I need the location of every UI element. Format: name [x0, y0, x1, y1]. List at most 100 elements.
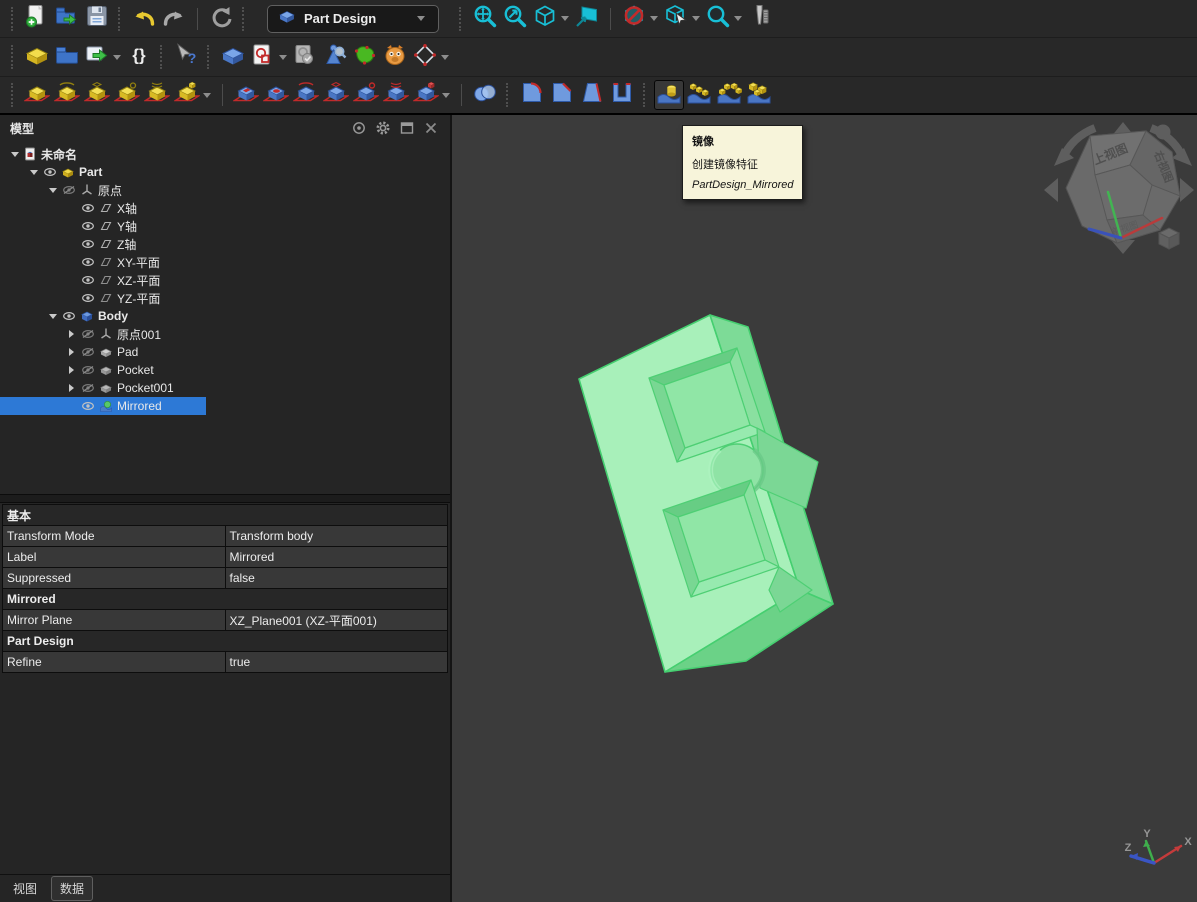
defeaturing-button[interactable] — [380, 42, 410, 72]
tree-item-X轴[interactable]: X轴 — [8, 199, 450, 217]
visibility-eye-icon[interactable] — [78, 219, 97, 233]
tree-item-Z轴[interactable]: Z轴 — [8, 235, 450, 253]
visibility-eye-icon[interactable] — [78, 273, 97, 287]
toolbar-drag-handle[interactable] — [459, 7, 464, 31]
make-link-button[interactable] — [82, 42, 112, 72]
tree-item-Body[interactable]: Body — [8, 307, 450, 325]
visibility-eye-off-icon[interactable] — [78, 381, 97, 395]
zoom-tools-button[interactable] — [703, 4, 733, 34]
chevron-down-icon[interactable] — [561, 16, 569, 21]
tree-item-原点[interactable]: 原点 — [8, 181, 450, 199]
toolbar-drag-handle[interactable] — [160, 45, 165, 69]
toolbar-drag-handle[interactable] — [11, 7, 16, 31]
toolbar-drag-handle[interactable] — [118, 7, 123, 31]
toolbar-drag-handle[interactable] — [207, 45, 212, 69]
float-window-icon[interactable] — [398, 119, 416, 137]
multitransform-button[interactable] — [744, 80, 774, 110]
draft-button[interactable] — [577, 80, 607, 110]
property-value[interactable]: false — [225, 568, 448, 589]
visibility-eye-off-icon[interactable] — [59, 183, 78, 197]
scope-icon[interactable] — [350, 119, 368, 137]
create-group-button[interactable] — [52, 42, 82, 72]
new-document-button[interactable] — [22, 4, 52, 34]
gear-icon[interactable] — [374, 119, 392, 137]
expander-right-icon[interactable] — [65, 348, 78, 356]
macros-button[interactable]: {} — [124, 42, 154, 72]
chevron-down-icon[interactable] — [650, 16, 658, 21]
chevron-down-icon[interactable] — [279, 55, 287, 60]
check-geometry-button[interactable] — [320, 42, 350, 72]
expander-down-icon[interactable] — [27, 170, 40, 175]
create-body-button[interactable] — [218, 42, 248, 72]
zoom-fit-all-button[interactable] — [470, 4, 500, 34]
chamfer-button[interactable] — [547, 80, 577, 110]
close-icon[interactable] — [422, 119, 440, 137]
thickness-button[interactable] — [607, 80, 637, 110]
tree-item-原点001[interactable]: 原点001 — [8, 325, 450, 343]
navcube-mini-cube[interactable] — [1159, 228, 1179, 249]
panel-tab-数据[interactable]: 数据 — [51, 876, 93, 901]
tree-item-Pocket[interactable]: Pocket — [8, 361, 450, 379]
expander-right-icon[interactable] — [65, 384, 78, 392]
property-group-label[interactable]: 基本 — [3, 505, 448, 526]
refine-shape-button[interactable] — [350, 42, 380, 72]
box-element-selection-button[interactable] — [661, 4, 691, 34]
chevron-down-icon[interactable] — [441, 55, 449, 60]
draw-style-button[interactable] — [619, 4, 649, 34]
expander-down-icon[interactable] — [8, 152, 21, 157]
axonometric-view-button[interactable] — [530, 4, 560, 34]
subtractive-helix-button[interactable] — [381, 80, 411, 110]
expander-down-icon[interactable] — [46, 314, 59, 319]
visibility-eye-icon[interactable] — [78, 237, 97, 251]
tree-item-Pocket001[interactable]: Pocket001 — [8, 379, 450, 397]
chevron-down-icon[interactable] — [692, 16, 700, 21]
toolbar-drag-handle[interactable] — [11, 83, 16, 107]
property-value[interactable]: Transform body — [225, 526, 448, 547]
visibility-eye-off-icon[interactable] — [78, 327, 97, 341]
create-part-button[interactable] — [22, 42, 52, 72]
panel-splitter[interactable] — [0, 494, 450, 503]
tree-item-XY-平面[interactable]: XY-平面 — [8, 253, 450, 271]
groove-button[interactable] — [291, 80, 321, 110]
measure-button[interactable] — [745, 4, 775, 34]
chevron-down-icon[interactable] — [203, 93, 211, 98]
create-sketch-button[interactable] — [248, 42, 278, 72]
subtractive-primitive-button[interactable] — [411, 80, 441, 110]
tree-item-YZ-平面[interactable]: YZ-平面 — [8, 289, 450, 307]
toolbar-drag-handle[interactable] — [643, 83, 648, 107]
subtractive-loft-button[interactable] — [321, 80, 351, 110]
visibility-eye-off-icon[interactable] — [78, 345, 97, 359]
expander-right-icon[interactable] — [65, 366, 78, 374]
visibility-eye-icon[interactable] — [59, 309, 78, 323]
tree-item-XZ-平面[interactable]: XZ-平面 — [8, 271, 450, 289]
linear-pattern-button[interactable] — [684, 80, 714, 110]
zoom-fit-selection-button[interactable] — [500, 4, 530, 34]
property-group-label[interactable]: Mirrored — [3, 589, 448, 610]
sync-view-button[interactable] — [572, 4, 602, 34]
visibility-eye-icon[interactable] — [78, 291, 97, 305]
save-document-button[interactable] — [82, 4, 112, 34]
boolean-operation-button[interactable] — [470, 80, 500, 110]
mirrored-part-3d[interactable] — [579, 315, 833, 672]
additive-loft-button[interactable] — [82, 80, 112, 110]
create-datum-button[interactable] — [410, 42, 440, 72]
expander-right-icon[interactable] — [65, 330, 78, 338]
visibility-eye-icon[interactable] — [40, 165, 59, 179]
property-group-label[interactable]: Part Design — [3, 631, 448, 652]
tree-item-未命名[interactable]: 未命名 — [8, 145, 450, 163]
tree-item-Mirrored[interactable]: Mirrored — [8, 397, 450, 415]
redo-button[interactable] — [159, 4, 189, 34]
additive-pipe-button[interactable] — [112, 80, 142, 110]
pocket-button[interactable] — [231, 80, 261, 110]
visibility-eye-off-icon[interactable] — [78, 363, 97, 377]
tree-item-Y轴[interactable]: Y轴 — [8, 217, 450, 235]
chevron-down-icon[interactable] — [442, 93, 450, 98]
revolution-button[interactable] — [52, 80, 82, 110]
tree-item-Part[interactable]: Part — [8, 163, 450, 181]
chevron-down-icon[interactable] — [113, 55, 121, 60]
toolbar-drag-handle[interactable] — [11, 45, 16, 69]
whats-this-button[interactable]: ? — [171, 42, 201, 72]
property-value[interactable]: Mirrored — [225, 547, 448, 568]
visibility-eye-icon[interactable] — [78, 201, 97, 215]
polar-pattern-button[interactable] — [714, 80, 744, 110]
